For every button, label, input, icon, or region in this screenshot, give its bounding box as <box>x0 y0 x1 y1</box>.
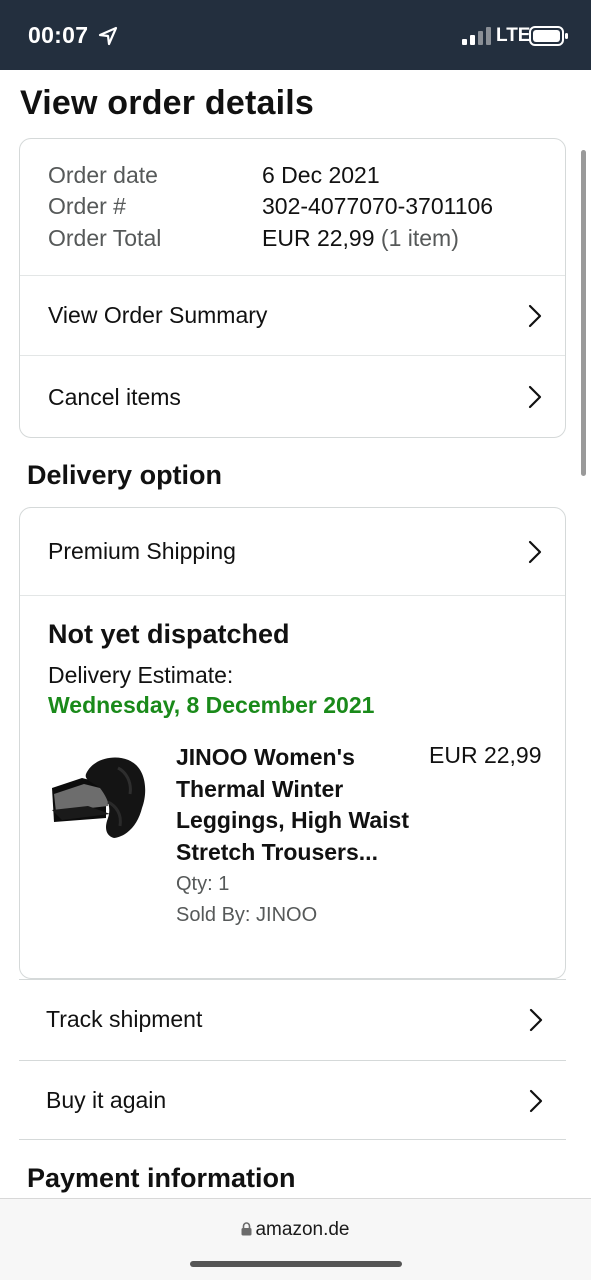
address-field[interactable]: amazon.de <box>0 1219 591 1241</box>
product-title-link[interactable]: JINOO Women's Thermal Winter Leggings, H… <box>176 742 426 868</box>
shipment-status-title: Not yet dispatched <box>48 619 290 649</box>
chevron-right-icon <box>529 1008 543 1032</box>
delivery-estimate-label: Delivery Estimate: <box>48 662 234 688</box>
order-item-count: (1 item) <box>380 225 459 251</box>
payment-information-heading: Payment information <box>27 1163 296 1193</box>
track-shipment-label: Track shipment <box>46 1006 203 1032</box>
vertical-scrollbar[interactable] <box>581 150 586 476</box>
product-quantity: Qty: 1 <box>176 873 230 895</box>
track-shipment-link[interactable]: Track shipment <box>19 979 566 1059</box>
order-total-value-group: EUR 22,99 (1 item) <box>262 225 459 252</box>
view-order-summary-label: View Order Summary <box>48 302 268 328</box>
shipping-method-label: Premium Shipping <box>48 538 236 564</box>
order-total-value: EUR 22,99 <box>262 225 375 251</box>
signal-bars-icon <box>462 27 491 45</box>
order-info-card: Order date 6 Dec 2021 Order # 302-407707… <box>19 138 566 438</box>
page-title: View order details <box>20 84 314 122</box>
delivery-option-heading: Delivery option <box>27 460 223 490</box>
chevron-right-icon <box>528 304 542 328</box>
cancel-items-link[interactable]: Cancel items <box>20 357 565 437</box>
delivery-estimate-date: Wednesday, 8 December 2021 <box>48 692 375 718</box>
status-time: 00:07 <box>28 22 89 48</box>
chevron-right-icon <box>529 1089 543 1113</box>
chevron-right-icon <box>528 540 542 564</box>
order-number-value: 302-4077070-3701106 <box>262 193 494 219</box>
delivery-card: Premium Shipping Not yet dispatched Deli… <box>19 507 566 979</box>
view-order-summary-link[interactable]: View Order Summary <box>20 276 565 356</box>
buy-it-again-link[interactable]: Buy it again <box>19 1060 566 1140</box>
status-bar: 00:07 LTE <box>0 0 591 70</box>
location-arrow-icon <box>98 26 118 46</box>
order-date-value: 6 Dec 2021 <box>262 162 380 188</box>
buy-it-again-label: Buy it again <box>46 1086 167 1113</box>
premium-shipping-link[interactable]: Premium Shipping <box>20 508 565 596</box>
battery-icon <box>529 26 568 46</box>
home-indicator[interactable] <box>190 1261 402 1267</box>
product-price: EUR 22,99 <box>429 742 542 768</box>
browser-address-bar: amazon.de <box>0 1198 591 1280</box>
order-number-label: Order # <box>48 193 126 219</box>
order-total-label: Order Total <box>48 225 162 251</box>
product-image[interactable] <box>48 748 152 844</box>
lock-icon <box>241 1222 252 1236</box>
chevron-right-icon <box>528 385 542 409</box>
order-date-label: Order date <box>48 162 158 188</box>
network-label: LTE <box>496 25 531 46</box>
order-info-block: Order date 6 Dec 2021 Order # 302-407707… <box>20 139 565 276</box>
cancel-items-label: Cancel items <box>48 383 181 410</box>
product-seller: Sold By: JINOO <box>176 904 318 926</box>
url-text: amazon.de <box>255 1219 350 1240</box>
